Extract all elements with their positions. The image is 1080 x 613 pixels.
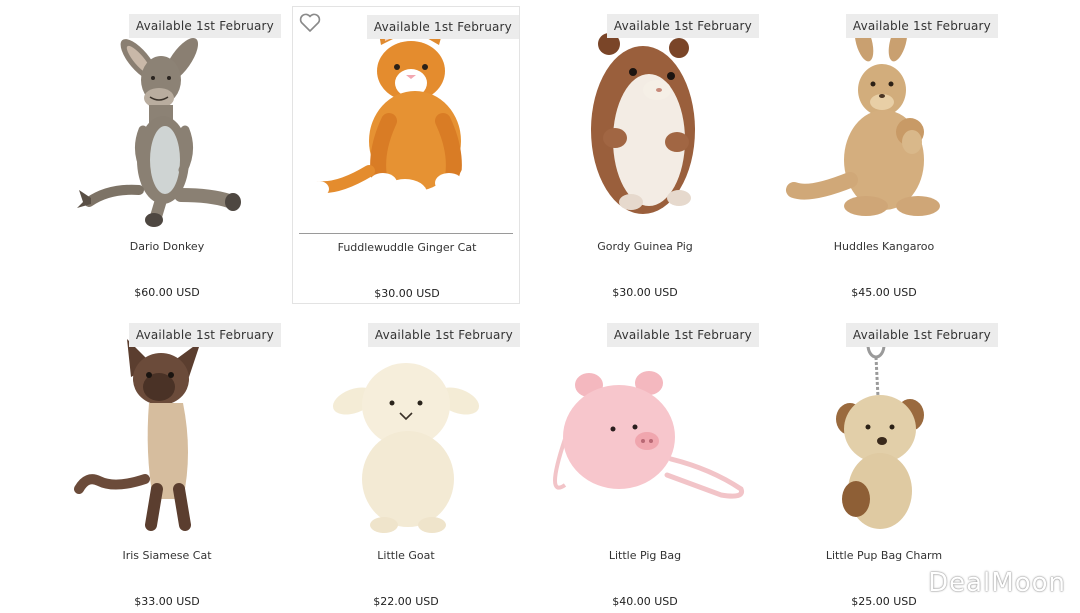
product-price: $60.00 USD — [134, 286, 200, 299]
product-card[interactable]: Available 1st February Dario Donkey $60.… — [53, 6, 281, 304]
product-price: $33.00 USD — [134, 595, 200, 608]
ginger-cat-plush-icon — [309, 23, 491, 207]
product-name[interactable]: Huddles Kangaroo — [770, 240, 998, 253]
product-image[interactable] — [293, 21, 521, 231]
availability-badge: Available 1st February — [367, 323, 520, 347]
availability-badge: Available 1st February — [366, 15, 519, 39]
product-card[interactable]: Available 1st February Little Pig Bag $4… — [531, 315, 759, 613]
pup-bag-charm-plush-icon — [836, 331, 924, 529]
product-name[interactable]: Dario Donkey — [53, 240, 281, 253]
availability-badge: Available 1st February — [128, 14, 281, 38]
product-name[interactable]: Little Goat — [292, 549, 520, 562]
divider — [299, 233, 513, 234]
siamese-cat-plush-icon — [74, 339, 201, 531]
product-name[interactable]: Little Pig Bag — [531, 549, 759, 562]
availability-badge: Available 1st February — [128, 323, 281, 347]
goat-plush-icon — [332, 363, 480, 533]
product-card[interactable]: Available 1st February Huddles Kangaroo … — [770, 6, 998, 304]
product-card[interactable]: Available 1st February Iris Siamese Cat … — [53, 315, 281, 613]
product-image[interactable] — [770, 329, 998, 539]
product-card[interactable]: Available 1st February Little Goat $22.0… — [292, 315, 520, 613]
product-price: $40.00 USD — [612, 595, 678, 608]
product-price: $45.00 USD — [851, 286, 917, 299]
product-card[interactable]: Available 1st February Fuddlewuddle Ging… — [292, 6, 520, 304]
product-name[interactable]: Iris Siamese Cat — [53, 549, 281, 562]
product-image[interactable] — [531, 329, 759, 539]
product-image[interactable] — [292, 329, 520, 539]
product-name[interactable]: Gordy Guinea Pig — [531, 240, 759, 253]
availability-badge: Available 1st February — [606, 14, 759, 38]
product-price: $30.00 USD — [612, 286, 678, 299]
kangaroo-plush-icon — [786, 22, 940, 216]
guinea-pig-plush-icon — [591, 33, 695, 214]
product-image[interactable] — [531, 20, 759, 230]
heart-icon[interactable] — [299, 13, 321, 33]
product-name[interactable]: Fuddlewuddle Ginger Cat — [293, 241, 521, 254]
product-price: $22.00 USD — [373, 595, 439, 608]
availability-badge: Available 1st February — [845, 323, 998, 347]
donkey-plush-icon — [77, 37, 241, 227]
pig-bag-plush-icon — [553, 371, 745, 499]
product-image[interactable] — [53, 329, 281, 539]
product-image[interactable] — [53, 20, 281, 230]
watermark: DealMoon — [928, 568, 1066, 598]
availability-badge: Available 1st February — [606, 323, 759, 347]
product-grid: Available 1st February Dario Donkey $60.… — [0, 0, 1080, 608]
availability-badge: Available 1st February — [845, 14, 998, 38]
product-price: $30.00 USD — [374, 287, 440, 300]
product-card[interactable]: Available 1st February Gordy Guinea Pig … — [531, 6, 759, 304]
product-name[interactable]: Little Pup Bag Charm — [770, 549, 998, 562]
product-image[interactable] — [770, 20, 998, 230]
